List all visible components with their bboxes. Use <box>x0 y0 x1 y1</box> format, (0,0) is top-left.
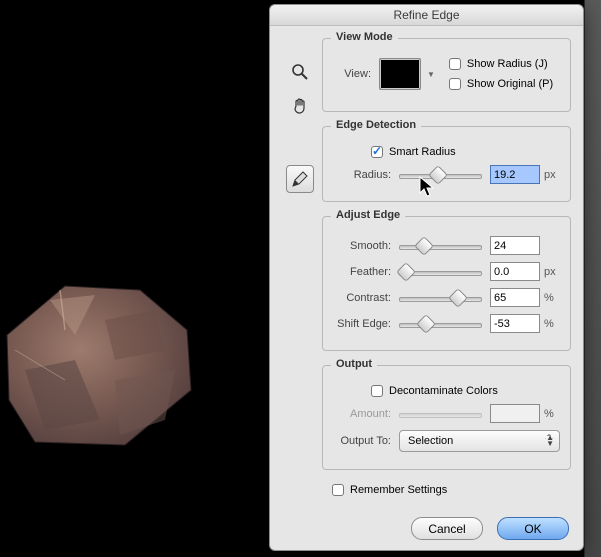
decontaminate-label: Decontaminate Colors <box>389 385 498 397</box>
show-radius-checkbox[interactable] <box>449 58 461 70</box>
shift-edge-label: Shift Edge: <box>333 318 399 330</box>
amount-slider <box>399 407 482 421</box>
feather-unit: px <box>540 266 560 278</box>
adjust-edge-group: Adjust Edge Smooth: Feather: px Contrast… <box>322 216 571 351</box>
radius-label: Radius: <box>333 169 399 181</box>
feather-slider[interactable] <box>399 265 482 279</box>
radius-slider[interactable] <box>399 168 482 182</box>
shift-edge-unit: % <box>540 318 560 330</box>
show-radius-label: Show Radius (J) <box>467 58 548 70</box>
edge-detection-group: Edge Detection Smart Radius Radius: px <box>322 126 571 202</box>
output-to-label: Output To: <box>333 435 399 447</box>
output-to-select[interactable]: Selection ▲▼ <box>399 430 560 452</box>
output-group: Output Decontaminate Colors Amount: % Ou… <box>322 365 571 470</box>
remember-settings-checkbox[interactable] <box>332 484 344 496</box>
smooth-input[interactable] <box>490 236 540 255</box>
app-right-strip <box>584 0 601 557</box>
view-mode-group: View Mode View: ▼ Show Radius (J) Show O… <box>322 38 571 112</box>
refine-edge-dialog: Refine Edge View Mode View: ▼ <box>269 4 584 551</box>
zoom-tool[interactable] <box>287 59 313 85</box>
contrast-unit: % <box>540 292 560 304</box>
canvas-rock <box>5 280 195 450</box>
dialog-title[interactable]: Refine Edge <box>270 5 583 26</box>
amount-unit: % <box>540 408 560 420</box>
radius-unit: px <box>540 169 560 181</box>
smart-radius-checkbox[interactable] <box>371 146 383 158</box>
group-legend: Adjust Edge <box>331 209 405 221</box>
view-label: View: <box>333 68 379 80</box>
view-thumbnail[interactable] <box>379 58 421 90</box>
cancel-button[interactable]: Cancel <box>411 517 483 540</box>
contrast-label: Contrast: <box>333 292 399 304</box>
feather-label: Feather: <box>333 266 399 278</box>
remember-row: Remember Settings <box>332 484 571 496</box>
refine-radius-tool[interactable] <box>286 165 314 193</box>
ok-button[interactable]: OK <box>497 517 569 540</box>
contrast-input[interactable] <box>490 288 540 307</box>
hand-tool[interactable] <box>287 93 313 119</box>
shift-edge-slider[interactable] <box>399 317 482 331</box>
group-legend: View Mode <box>331 31 398 43</box>
smooth-label: Smooth: <box>333 240 399 252</box>
show-original-checkbox[interactable] <box>449 78 461 90</box>
chevron-down-icon[interactable]: ▼ <box>427 70 435 79</box>
remember-settings-label: Remember Settings <box>350 484 447 496</box>
smart-radius-label: Smart Radius <box>389 146 456 158</box>
tool-column <box>284 51 316 201</box>
feather-input[interactable] <box>490 262 540 281</box>
group-legend: Output <box>331 358 377 370</box>
decontaminate-checkbox[interactable] <box>371 385 383 397</box>
output-to-value: Selection <box>408 435 453 447</box>
radius-input[interactable] <box>490 165 540 184</box>
show-original-label: Show Original (P) <box>467 78 553 90</box>
group-legend: Edge Detection <box>331 119 421 131</box>
smooth-slider[interactable] <box>399 239 482 253</box>
contrast-slider[interactable] <box>399 291 482 305</box>
shift-edge-input[interactable] <box>490 314 540 333</box>
amount-label: Amount: <box>333 408 399 420</box>
amount-input <box>490 404 540 423</box>
